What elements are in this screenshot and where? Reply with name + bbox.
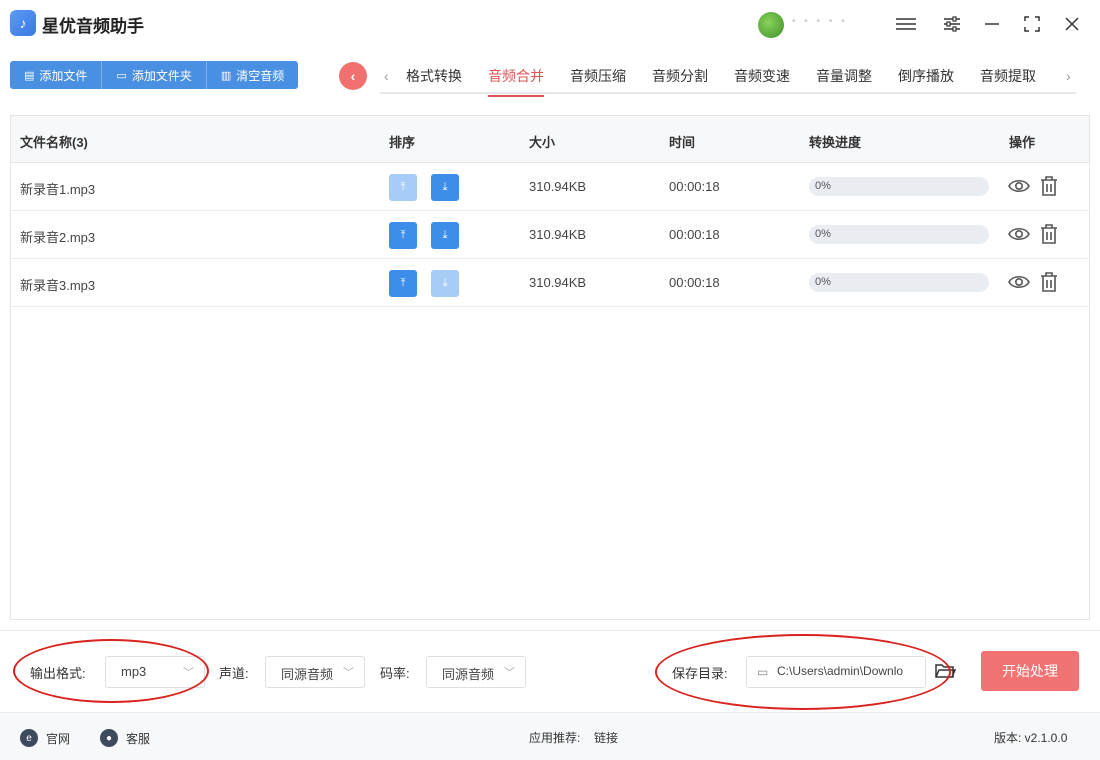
table-row[interactable]: 新录音2.mp3 ⤒ ⤓ 310.94KB 00:00:18 0%	[11, 211, 1089, 259]
back-circle-button[interactable]: ‹	[339, 62, 367, 90]
tab-6[interactable]: 倒序播放	[898, 60, 954, 97]
header-name: 文件名称(3)	[20, 135, 88, 150]
customer-service-link[interactable]: ● 客服	[100, 729, 150, 747]
file-size: 310.94KB	[529, 275, 587, 290]
move-up-button[interactable]: ⤒	[389, 174, 417, 201]
arrow-up-icon: ⤒	[400, 181, 406, 193]
file-name: 新录音3.mp3	[20, 278, 96, 293]
file-duration: 00:00:18	[669, 179, 720, 194]
footer: e 官网 ● 客服 应用推荐: 链接 版本: v2.1.0.0	[0, 712, 1100, 760]
header-sort: 排序	[389, 135, 416, 150]
settings-sliders-icon[interactable]	[940, 12, 964, 36]
tabs-scroll-right-icon[interactable]: ›	[1066, 68, 1071, 84]
minimize-icon[interactable]	[980, 12, 1004, 36]
file-duration: 00:00:18	[669, 275, 720, 290]
avatar[interactable]	[758, 12, 784, 38]
progress-text: 0%	[815, 180, 831, 192]
menu-icon[interactable]	[894, 12, 918, 36]
chevron-left-icon: ‹	[350, 68, 356, 84]
title-bar: ♪ 星优音频助手 • • • • •	[0, 0, 1100, 48]
clear-audio-button[interactable]: ▥ 清空音频	[206, 61, 299, 89]
website-label: 官网	[46, 731, 71, 746]
progress-text: 0%	[815, 228, 831, 240]
recommend-link[interactable]: 链接	[594, 729, 618, 746]
function-tabs: ‹ 格式转换 音频合并 音频压缩 音频分割 音频变速 音量调整 倒序播放 音频提取 ›	[380, 60, 1076, 97]
version-label: 版本: v2.1.0.0	[994, 731, 1068, 745]
tab-3[interactable]: 音频分割	[652, 60, 708, 97]
chat-icon: ●	[100, 729, 118, 747]
move-down-button[interactable]: ⤓	[431, 270, 459, 297]
app-title: 星优音频助手	[42, 17, 144, 36]
file-size: 310.94KB	[529, 179, 587, 194]
chevron-down-icon: ﹀	[504, 667, 515, 679]
file-name: 新录音2.mp3	[20, 230, 96, 245]
header-time: 时间	[669, 135, 696, 150]
preview-eye-icon[interactable]	[1008, 175, 1030, 197]
move-up-button[interactable]: ⤒	[389, 270, 417, 297]
add-file-label: 添加文件	[39, 68, 88, 83]
tab-1[interactable]: 音频合并	[488, 60, 544, 97]
preview-eye-icon[interactable]	[1008, 223, 1030, 245]
tab-2[interactable]: 音频压缩	[570, 60, 626, 97]
delete-trash-icon[interactable]	[1039, 175, 1061, 197]
folder-icon: ▭	[116, 69, 127, 82]
header-size: 大小	[529, 135, 556, 150]
move-down-button[interactable]: ⤓	[431, 174, 459, 201]
tab-0[interactable]: 格式转换	[406, 60, 462, 97]
file-duration: 00:00:18	[669, 227, 720, 242]
file-name: 新录音1.mp3	[20, 182, 96, 197]
ie-icon: e	[20, 729, 38, 747]
channel-select[interactable]: 同源音频 ﹀	[265, 656, 365, 688]
progress-text: 0%	[815, 276, 831, 288]
header-progress: 转换进度	[809, 135, 862, 150]
bitrate-select[interactable]: 同源音频 ﹀	[426, 656, 526, 688]
app-logo-icon: ♪	[10, 10, 36, 36]
arrow-down-icon: ⤓	[442, 277, 448, 289]
arrow-down-icon: ⤓	[442, 229, 448, 241]
file-table: 文件名称(3) 排序 大小 时间 转换进度 操作 新录音1.mp3 ⤒ ⤓ 310.9…	[10, 115, 1090, 620]
tabs-scroll-left-icon[interactable]: ‹	[384, 68, 389, 84]
service-label: 客服	[126, 731, 151, 746]
table-row[interactable]: 新录音3.mp3 ⤒ ⤓ 310.94KB 00:00:18 0%	[11, 259, 1089, 307]
progress-bar: 0%	[809, 225, 989, 244]
close-icon[interactable]	[1060, 12, 1084, 36]
add-file-button[interactable]: ▤ 添加文件	[10, 61, 103, 89]
tab-4[interactable]: 音频变速	[734, 60, 790, 97]
trash-icon: ▥	[220, 69, 232, 82]
chevron-down-icon: ﹀	[343, 667, 354, 679]
add-folder-button[interactable]: ▭ 添加文件夹	[102, 61, 207, 89]
start-process-button[interactable]: 开始处理	[981, 651, 1079, 691]
arrow-up-icon: ⤒	[400, 277, 406, 289]
tab-7[interactable]: 音频提取	[980, 60, 1036, 97]
table-header: 文件名称(3) 排序 大小 时间 转换进度 操作	[11, 116, 1089, 163]
username[interactable]: • • • • •	[792, 16, 882, 26]
annotation-ellipse-format	[13, 639, 209, 703]
bitrate-label: 码率:	[380, 666, 410, 681]
progress-bar: 0%	[809, 177, 989, 196]
clear-audio-label: 清空音频	[236, 68, 285, 83]
file-size: 310.94KB	[529, 227, 587, 242]
delete-trash-icon[interactable]	[1039, 223, 1061, 245]
file-icon: ▤	[24, 69, 35, 82]
arrow-up-icon: ⤒	[400, 229, 406, 241]
bitrate-value: 同源音频	[442, 667, 495, 682]
annotation-ellipse-save-dir	[655, 634, 951, 710]
move-up-button[interactable]: ⤒	[389, 222, 417, 249]
table-row[interactable]: 新录音1.mp3 ⤒ ⤓ 310.94KB 00:00:18 0%	[11, 163, 1089, 211]
header-ops: 操作	[1009, 135, 1036, 150]
channel-value: 同源音频	[281, 667, 334, 682]
arrow-down-icon: ⤓	[442, 181, 448, 193]
output-settings: 输出格式: mp3 ﹀ 声道: 同源音频 ﹀ 码率: 同源音频 ﹀ 保存目录: …	[0, 630, 1100, 710]
preview-eye-icon[interactable]	[1008, 271, 1030, 293]
website-link[interactable]: e 官网	[20, 729, 70, 747]
recommend-label: 应用推荐:	[529, 731, 581, 745]
channel-label: 声道:	[219, 666, 249, 681]
delete-trash-icon[interactable]	[1039, 271, 1061, 293]
move-down-button[interactable]: ⤓	[431, 222, 459, 249]
maximize-icon[interactable]	[1020, 12, 1044, 36]
toolbar: ▤ 添加文件 ▭ 添加文件夹 ▥ 清空音频	[10, 61, 299, 89]
add-folder-label: 添加文件夹	[131, 68, 192, 83]
tab-5[interactable]: 音量调整	[816, 60, 872, 97]
progress-bar: 0%	[809, 273, 989, 292]
